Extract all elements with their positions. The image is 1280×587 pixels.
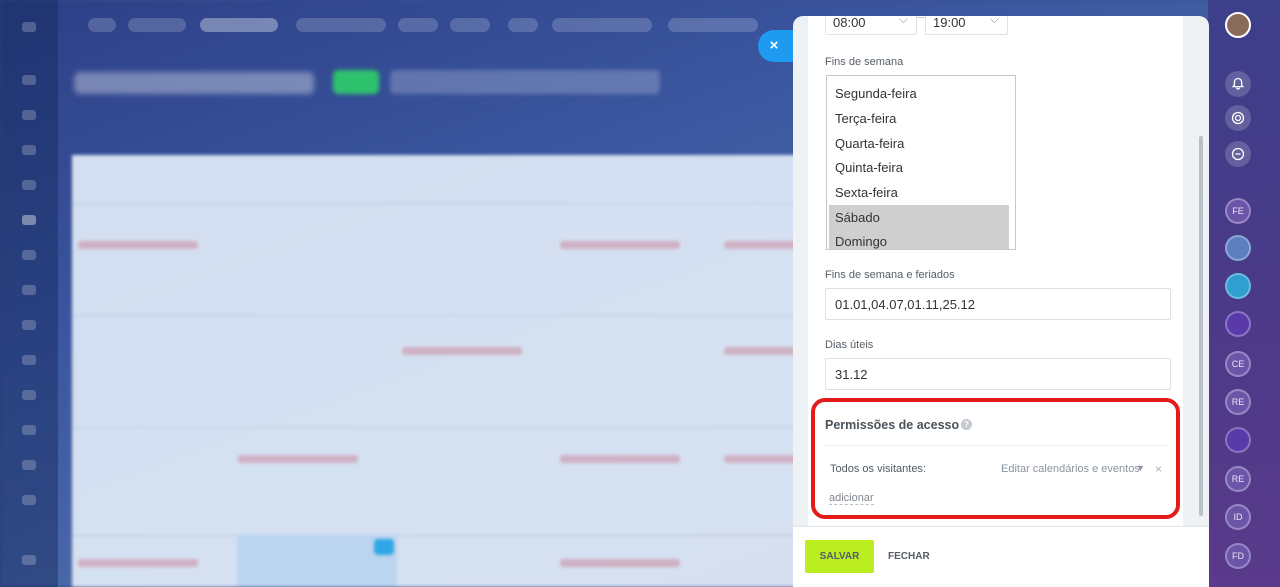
top-nav-blurred [58, 8, 798, 42]
bell-icon[interactable] [1225, 71, 1251, 97]
contact-avatar[interactable] [1225, 427, 1251, 453]
weekday-option[interactable]: Terça-feira [829, 106, 1009, 130]
scrollbar-thumb[interactable] [1199, 136, 1203, 516]
panel-scrollbar[interactable] [1197, 16, 1205, 526]
add-button-blurred [333, 70, 379, 94]
contact-avatar[interactable] [1225, 235, 1251, 261]
contact-avatar[interactable]: ID [1225, 504, 1251, 530]
calendar-title-blurred [74, 72, 314, 94]
weekday-option[interactable]: Quarta-feira [829, 131, 1009, 155]
calendar-settings-panel: 08:00 ⌵ 19:00 ⌵ Fins de semana Segunda-f… [793, 16, 1209, 587]
close-button[interactable]: FECHAR [888, 540, 930, 573]
left-sidebar [0, 0, 58, 587]
calendar-grid-blurred [72, 155, 802, 587]
user-avatar[interactable] [1225, 12, 1251, 38]
weekday-option[interactable]: Quinta-feira [829, 155, 1009, 179]
remove-permission-icon[interactable]: × [1155, 462, 1162, 476]
close-slider-button[interactable]: × [758, 30, 794, 62]
search-blurred [390, 70, 660, 94]
weekends-multiselect[interactable]: Segunda-feira Terça-feira Quarta-feira Q… [826, 75, 1016, 250]
permission-row: Todos os visitantes: Editar calendários … [823, 446, 1169, 486]
contact-avatar[interactable]: RE [1225, 389, 1251, 415]
save-button[interactable]: SALVAR [805, 540, 874, 573]
weekends-label: Fins de semana [825, 56, 904, 68]
workdays-label: Dias úteis [825, 339, 874, 351]
contact-avatar[interactable]: CE [1225, 351, 1251, 377]
settings-form: 08:00 ⌵ 19:00 ⌵ Fins de semana Segunda-f… [808, 16, 1183, 526]
contact-avatar[interactable]: FD [1225, 543, 1251, 569]
permissions-title: Permissões de acesso [825, 418, 960, 432]
holidays-input[interactable]: 01.01,04.07,01.11,25.12 [825, 288, 1171, 320]
weekday-option-selected[interactable]: Domingo [829, 229, 1009, 249]
caret-down-icon[interactable]: ▼ [1136, 463, 1145, 473]
workdays-input[interactable]: 31.12 [825, 358, 1171, 390]
access-permissions-section: Permissões de acesso ? Todos os visitant… [823, 406, 1183, 526]
panel-footer: SALVAR FECHAR [793, 527, 1209, 587]
add-permission-link[interactable]: adicionar [829, 492, 874, 505]
chat-search-icon[interactable] [1225, 141, 1251, 167]
target-icon[interactable] [1225, 105, 1251, 131]
chevron-down-icon: ⌵ [898, 16, 908, 26]
contact-avatar[interactable]: RE [1225, 466, 1251, 492]
contact-avatar[interactable]: FE [1225, 198, 1251, 224]
help-icon[interactable]: ? [961, 419, 972, 430]
time-range-dash [917, 17, 925, 18]
holidays-label: Fins de semana e feriados [825, 269, 955, 281]
close-icon: × [769, 37, 779, 54]
weekday-option-selected[interactable]: Sábado [829, 205, 1009, 229]
weekday-option[interactable]: Segunda-feira [829, 81, 1009, 105]
permission-subject: Todos os visitantes: [830, 463, 926, 475]
contact-avatar[interactable] [1225, 311, 1251, 337]
permission-level-dropdown[interactable]: Editar calendários e eventos [1001, 463, 1140, 475]
chevron-down-icon: ⌵ [989, 16, 999, 26]
work-time-end-select[interactable]: 19:00 ⌵ [925, 16, 1008, 35]
work-time-start-select[interactable]: 08:00 ⌵ [825, 16, 917, 35]
contact-avatar[interactable] [1225, 273, 1251, 299]
weekday-option[interactable]: Sexta-feira [829, 180, 1009, 204]
